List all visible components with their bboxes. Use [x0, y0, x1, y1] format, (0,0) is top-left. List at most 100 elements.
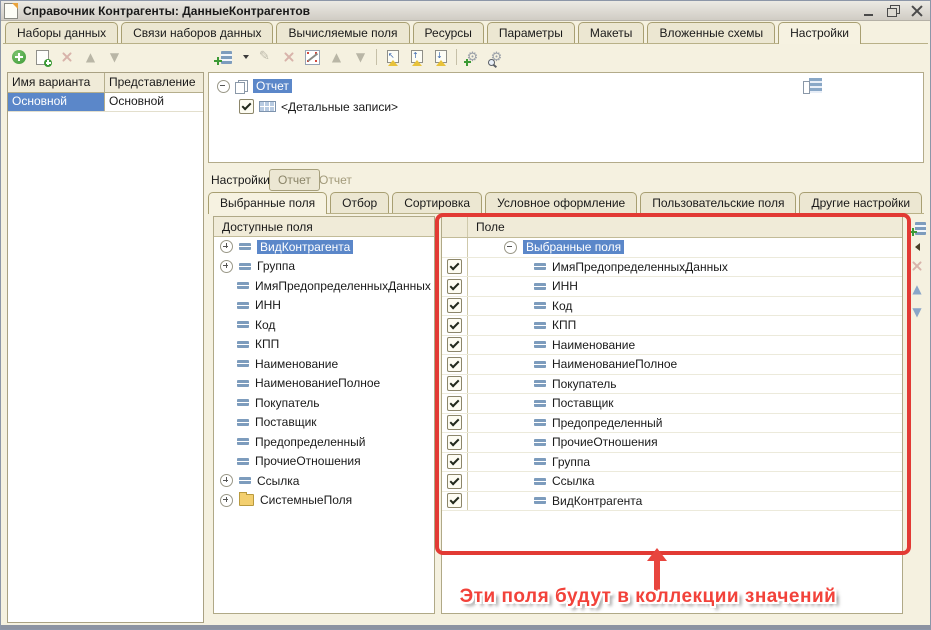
- tab-nested-schemas[interactable]: Вложенные схемы: [647, 22, 775, 43]
- tab-layouts[interactable]: Макеты: [578, 22, 645, 43]
- field-label[interactable]: КПП: [255, 337, 279, 351]
- delete-variant-icon[interactable]: [58, 49, 75, 65]
- tab-calculated-fields[interactable]: Вычисляемые поля: [276, 22, 409, 43]
- move-down-icon[interactable]: ▼: [352, 49, 369, 65]
- field-label[interactable]: Поставщик: [255, 415, 317, 429]
- field-checkbox[interactable]: [447, 259, 462, 274]
- selected-field-row[interactable]: ПрочиеОтношения: [442, 433, 902, 453]
- field-label[interactable]: Предопределенный: [255, 435, 366, 449]
- open-settings-icon[interactable]: ↖: [384, 49, 401, 65]
- available-field-row[interactable]: ИНН: [214, 296, 434, 316]
- collapse-icon[interactable]: [504, 241, 517, 254]
- selected-field-row[interactable]: Поставщик: [442, 394, 902, 414]
- restore-button[interactable]: [885, 4, 901, 18]
- new-composition-icon[interactable]: ⚙: [464, 49, 481, 65]
- field-column-header[interactable]: Поле: [468, 217, 902, 237]
- available-field-row[interactable]: Покупатель: [214, 393, 434, 413]
- field-label[interactable]: ИмяПредопределенныхДанных: [552, 260, 728, 274]
- view-composition-icon[interactable]: ⚙: [488, 49, 505, 65]
- edit-icon[interactable]: ✎: [256, 49, 273, 65]
- variant-name-cell[interactable]: Основной: [8, 93, 105, 111]
- selected-field-row[interactable]: Группа: [442, 453, 902, 473]
- field-label[interactable]: ВидКонтрагента: [257, 240, 353, 254]
- available-field-row[interactable]: Код: [214, 315, 434, 335]
- column-variant-name[interactable]: Имя варианта: [8, 73, 105, 92]
- move-down-icon[interactable]: ▼: [106, 49, 123, 65]
- available-field-row[interactable]: СистемныеПоля: [214, 491, 434, 511]
- tab-conditional-appearance[interactable]: Условное оформление: [485, 192, 637, 213]
- selected-field-row[interactable]: Наименование: [442, 336, 902, 356]
- detail-records-checkbox[interactable]: [239, 99, 254, 114]
- minimize-button[interactable]: [861, 4, 877, 18]
- field-down-icon[interactable]: ▼: [909, 304, 926, 320]
- report-root-label[interactable]: Отчет: [253, 79, 292, 93]
- field-checkbox[interactable]: [447, 318, 462, 333]
- available-field-row[interactable]: Ссылка: [214, 471, 434, 491]
- field-checkbox[interactable]: [447, 415, 462, 430]
- field-label[interactable]: Группа: [552, 455, 590, 469]
- save-settings-icon[interactable]: ↓: [432, 49, 449, 65]
- field-label[interactable]: Предопределенный: [552, 416, 663, 430]
- selected-field-row[interactable]: НаименованиеПолное: [442, 355, 902, 375]
- field-checkbox[interactable]: [447, 298, 462, 313]
- field-up-icon[interactable]: ▲: [909, 281, 926, 297]
- field-checkbox[interactable]: [447, 493, 462, 508]
- selected-field-row[interactable]: Покупатель: [442, 375, 902, 395]
- tab-settings[interactable]: Настройки: [778, 22, 861, 44]
- available-field-row[interactable]: ИмяПредопределенныхДанных: [214, 276, 434, 296]
- field-label[interactable]: Наименование: [552, 338, 635, 352]
- field-checkbox[interactable]: [447, 474, 462, 489]
- detail-records-row[interactable]: <Детальные записи>: [239, 99, 923, 114]
- available-field-row[interactable]: ПрочиеОтношения: [214, 452, 434, 472]
- group-label[interactable]: Выбранные поля: [523, 240, 624, 254]
- available-field-row[interactable]: ВидКонтрагента: [214, 237, 434, 257]
- field-label[interactable]: ВидКонтрагента: [552, 494, 642, 508]
- tab-other-settings[interactable]: Другие настройки: [799, 192, 922, 213]
- expand-icon[interactable]: [220, 494, 233, 507]
- tab-data-sets[interactable]: Наборы данных: [5, 22, 118, 43]
- column-presentation[interactable]: Представление: [105, 73, 203, 92]
- structure-icon[interactable]: [803, 78, 822, 94]
- available-field-row[interactable]: Поставщик: [214, 413, 434, 433]
- tab-user-fields[interactable]: Пользовательские поля: [640, 192, 796, 213]
- field-checkbox[interactable]: [447, 454, 462, 469]
- field-label[interactable]: Группа: [257, 259, 295, 273]
- field-checkbox[interactable]: [447, 279, 462, 294]
- tab-resources[interactable]: Ресурсы: [413, 22, 484, 43]
- copy-variant-icon[interactable]: [34, 49, 51, 65]
- selected-field-row[interactable]: ИНН: [442, 277, 902, 297]
- variant-presentation-cell[interactable]: Основной: [105, 93, 203, 111]
- expand-icon[interactable]: [220, 240, 233, 253]
- field-label[interactable]: ИНН: [552, 279, 578, 293]
- settings-wizard-icon[interactable]: [304, 49, 321, 65]
- collapse-icon[interactable]: [217, 80, 230, 93]
- field-checkbox[interactable]: [447, 357, 462, 372]
- field-label[interactable]: Покупатель: [552, 377, 616, 391]
- tab-selected-fields[interactable]: Выбранные поля: [208, 192, 327, 214]
- field-label[interactable]: ИНН: [255, 298, 281, 312]
- field-label[interactable]: Код: [552, 299, 572, 313]
- field-label[interactable]: СистемныеПоля: [260, 493, 352, 507]
- move-up-icon[interactable]: ▲: [328, 49, 345, 65]
- selected-field-row[interactable]: Код: [442, 297, 902, 317]
- delete-icon[interactable]: [280, 49, 297, 65]
- field-label[interactable]: НаименованиеПолное: [552, 357, 677, 371]
- selected-field-row[interactable]: Ссылка: [442, 472, 902, 492]
- variant-row[interactable]: Основной Основной: [8, 93, 203, 112]
- field-checkbox[interactable]: [447, 396, 462, 411]
- expand-icon[interactable]: [220, 474, 233, 487]
- selected-field-row[interactable]: КПП: [442, 316, 902, 336]
- field-label[interactable]: ПрочиеОтношения: [552, 435, 658, 449]
- tab-parameters[interactable]: Параметры: [487, 22, 575, 43]
- add-variant-icon[interactable]: [10, 49, 27, 65]
- field-checkbox[interactable]: [447, 376, 462, 391]
- load-settings-icon[interactable]: ↑: [408, 49, 425, 65]
- tab-data-set-links[interactable]: Связи наборов данных: [121, 22, 273, 43]
- selected-field-row[interactable]: ИмяПредопределенныхДанных: [442, 258, 902, 278]
- expand-icon[interactable]: [220, 260, 233, 273]
- add-element-icon[interactable]: [212, 49, 234, 65]
- selected-field-row[interactable]: ВидКонтрагента: [442, 492, 902, 512]
- field-label[interactable]: НаименованиеПолное: [255, 376, 380, 390]
- tab-filter[interactable]: Отбор: [330, 192, 389, 213]
- available-field-row[interactable]: КПП: [214, 335, 434, 355]
